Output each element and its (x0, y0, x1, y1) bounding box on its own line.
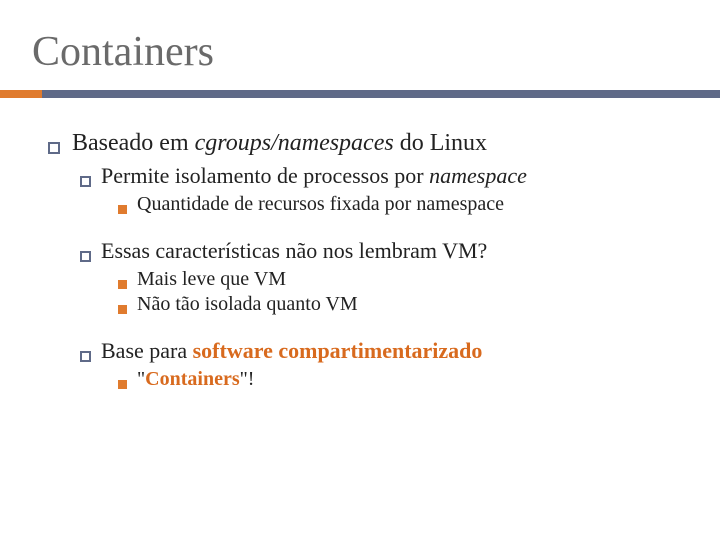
text-fragment: "! (240, 368, 255, 390)
filled-square-icon (118, 380, 127, 389)
bullet-level1: Baseado em cgroups/namespaces do Linux (48, 130, 680, 157)
bullet-level3: Quantidade de recursos fixada por namesp… (118, 193, 680, 216)
hollow-square-icon (80, 176, 91, 187)
slide: Containers Baseado em cgroups/namespaces… (0, 0, 720, 540)
text-emph: cgroups/namespaces (195, 130, 394, 156)
bullet-level2: Permite isolamento de processos por name… (80, 163, 680, 189)
l3-text: Não tão isolada quanto VM (137, 293, 680, 316)
bullet-level3: Mais leve que VM (118, 268, 680, 291)
l2-text: Permite isolamento de processos por name… (101, 163, 680, 189)
filled-square-icon (118, 280, 127, 289)
l2-text: Essas características não nos lembram VM… (101, 238, 680, 264)
rule-accent (0, 90, 42, 98)
text-fragment: Base para (101, 338, 193, 363)
hollow-square-icon (80, 351, 91, 362)
bullet-level2: Essas características não nos lembram VM… (80, 238, 680, 264)
text-emph: namespace (429, 163, 527, 188)
bullet-level2: Base para software compartimentarizado (80, 338, 680, 364)
group-3: Base para software compartimentarizado "… (48, 338, 680, 391)
l3-text: "Containers"! (137, 368, 680, 391)
slide-title: Containers (0, 28, 720, 76)
text-fragment: " (137, 368, 145, 390)
filled-square-icon (118, 205, 127, 214)
bullet-level3: "Containers"! (118, 368, 680, 391)
group-2: Essas características não nos lembram VM… (48, 238, 680, 316)
hollow-square-icon (80, 251, 91, 262)
l1-text: Baseado em cgroups/namespaces do Linux (72, 130, 680, 157)
filled-square-icon (118, 305, 127, 314)
title-rule (0, 90, 720, 98)
text-fragment: Permite isolamento de processos por (101, 163, 429, 188)
l2-text: Base para software compartimentarizado (101, 338, 680, 364)
rule-main (42, 90, 720, 98)
hollow-square-icon (48, 142, 60, 154)
slide-content: Baseado em cgroups/namespaces do Linux P… (0, 130, 720, 391)
l3-text: Quantidade de recursos fixada por namesp… (137, 193, 680, 216)
text-fragment: Baseado em (72, 130, 195, 156)
l3-text: Mais leve que VM (137, 268, 680, 291)
text-accent: software compartimentarizado (193, 338, 483, 363)
text-fragment: do Linux (394, 130, 487, 156)
text-accent: Containers (145, 368, 239, 390)
bullet-level3: Não tão isolada quanto VM (118, 293, 680, 316)
group-1: Permite isolamento de processos por name… (48, 163, 680, 216)
